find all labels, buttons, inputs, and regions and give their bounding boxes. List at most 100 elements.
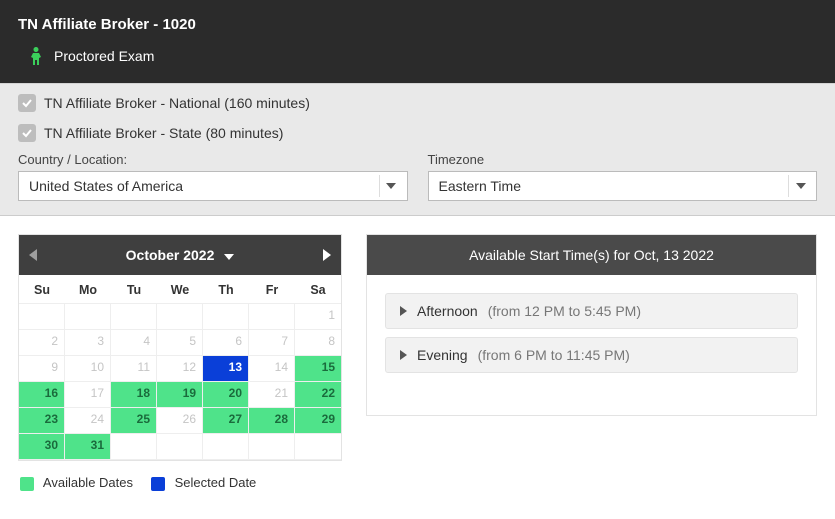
exam-subtitle-row: Proctored Exam [18,47,817,65]
times-panel: Available Start Time(s) for Oct, 13 2022… [366,234,817,416]
calendar-day-cell: 8 [295,330,341,356]
calendar-day-cell: 26 [157,408,203,434]
calendar-day-cell[interactable]: 29 [295,408,341,434]
timezone-column: Timezone Eastern Time [428,152,818,201]
calendar-grid: SuMoTuWeThFrSa12345678910111213141516171… [19,275,341,460]
calendar-day-cell: 12 [157,356,203,382]
calendar-day-cell[interactable]: 19 [157,382,203,408]
calendar-day-number: 16 [45,386,58,400]
country-column: Country / Location: United States of Ame… [18,152,408,201]
calendar-day-number: 29 [322,412,335,426]
calendar-day-number: 21 [275,386,288,400]
calendar-legend: Available Dates Selected Date [18,461,342,495]
calendar-day-of-week: Tu [111,275,157,304]
legend-selected: Selected Date [151,475,256,491]
calendar-day-number: 4 [143,334,150,348]
calendar-day-cell: 1 [295,304,341,330]
calendar-day-number: 6 [235,334,242,348]
calendar-day-cell[interactable]: 23 [19,408,65,434]
calendar-day-of-week: Sa [295,275,341,304]
calendar-day-cell [111,304,157,330]
calendar: October 2022 SuMoTuWeThFrSa1234567891011… [18,234,342,461]
calendar-day-cell: 21 [249,382,295,408]
chevron-down-icon [379,175,403,197]
time-slot[interactable]: Afternoon (from 12 PM to 5:45 PM) [385,293,798,329]
calendar-day-cell: 5 [157,330,203,356]
calendar-day-of-week: Th [203,275,249,304]
chevron-right-icon [400,303,407,319]
calendar-day-number: 30 [45,438,58,452]
calendar-next-button[interactable] [323,249,331,261]
time-slot-range: (from 6 PM to 11:45 PM) [478,347,630,363]
calendar-day-cell[interactable]: 13 [203,356,249,382]
calendar-day-cell[interactable]: 27 [203,408,249,434]
calendar-day-number: 23 [45,412,58,426]
calendar-day-number: 17 [91,386,104,400]
calendar-day-cell[interactable]: 22 [295,382,341,408]
exam-part-row: TN Affiliate Broker - State (80 minutes) [0,114,835,144]
calendar-day-cell [295,434,341,460]
calendar-day-cell[interactable]: 18 [111,382,157,408]
config-panel: TN Affiliate Broker - National (160 minu… [0,83,835,216]
main-content: October 2022 SuMoTuWeThFrSa1234567891011… [0,216,835,513]
calendar-day-cell [203,434,249,460]
calendar-day-number: 11 [138,360,150,374]
calendar-day-cell: 3 [65,330,111,356]
country-label: Country / Location: [18,152,408,167]
calendar-day-cell [19,304,65,330]
swatch-selected-icon [151,477,165,491]
calendar-day-cell [157,434,203,460]
times-body: Afternoon (from 12 PM to 5:45 PM) Evening… [367,275,816,415]
calendar-day-number: 9 [51,360,58,374]
calendar-day-number: 27 [229,412,242,426]
time-slot-range: (from 12 PM to 5:45 PM) [488,303,641,319]
calendar-day-number: 26 [183,412,196,426]
calendar-day-cell[interactable]: 30 [19,434,65,460]
calendar-day-cell[interactable]: 16 [19,382,65,408]
calendar-day-cell: 9 [19,356,65,382]
exam-part-label: TN Affiliate Broker - National (160 minu… [44,95,310,111]
calendar-day-number: 24 [91,412,104,426]
calendar-day-cell[interactable]: 15 [295,356,341,382]
calendar-day-cell [111,434,157,460]
calendar-day-number: 25 [137,412,150,426]
calendar-day-cell: 7 [249,330,295,356]
calendar-day-cell [157,304,203,330]
checkbox-icon [18,124,36,142]
calendar-day-number: 1 [328,308,335,322]
calendar-day-number: 28 [275,412,288,426]
calendar-day-cell: 2 [19,330,65,356]
calendar-day-cell: 14 [249,356,295,382]
calendar-day-of-week: Mo [65,275,111,304]
calendar-day-number: 3 [97,334,104,348]
calendar-day-number: 31 [91,438,104,452]
calendar-prev-button[interactable] [29,249,37,261]
calendar-month-label: October 2022 [126,247,215,263]
exam-title: TN Affiliate Broker - 1020 [18,16,817,33]
calendar-day-cell [203,304,249,330]
calendar-day-cell: 10 [65,356,111,382]
timezone-value: Eastern Time [439,178,521,194]
calendar-day-of-week: Fr [249,275,295,304]
times-column: Available Start Time(s) for Oct, 13 2022… [366,234,817,495]
calendar-day-cell[interactable]: 31 [65,434,111,460]
time-slot[interactable]: Evening (from 6 PM to 11:45 PM) [385,337,798,373]
calendar-day-of-week: We [157,275,203,304]
calendar-day-number: 18 [137,386,150,400]
calendar-day-cell: 4 [111,330,157,356]
country-select[interactable]: United States of America [18,171,408,201]
calendar-day-cell[interactable]: 20 [203,382,249,408]
calendar-day-cell[interactable]: 25 [111,408,157,434]
checkbox-icon [18,94,36,112]
calendar-month-select[interactable]: October 2022 [126,247,235,263]
calendar-header: October 2022 [19,235,341,275]
calendar-day-number: 22 [322,386,335,400]
calendar-day-number: 20 [229,386,242,400]
time-slot-label: Afternoon [417,303,478,319]
timezone-select[interactable]: Eastern Time [428,171,818,201]
calendar-day-cell [249,434,295,460]
swatch-available-icon [20,477,34,491]
chevron-right-icon [400,347,407,363]
calendar-day-cell[interactable]: 28 [249,408,295,434]
calendar-day-cell [65,304,111,330]
